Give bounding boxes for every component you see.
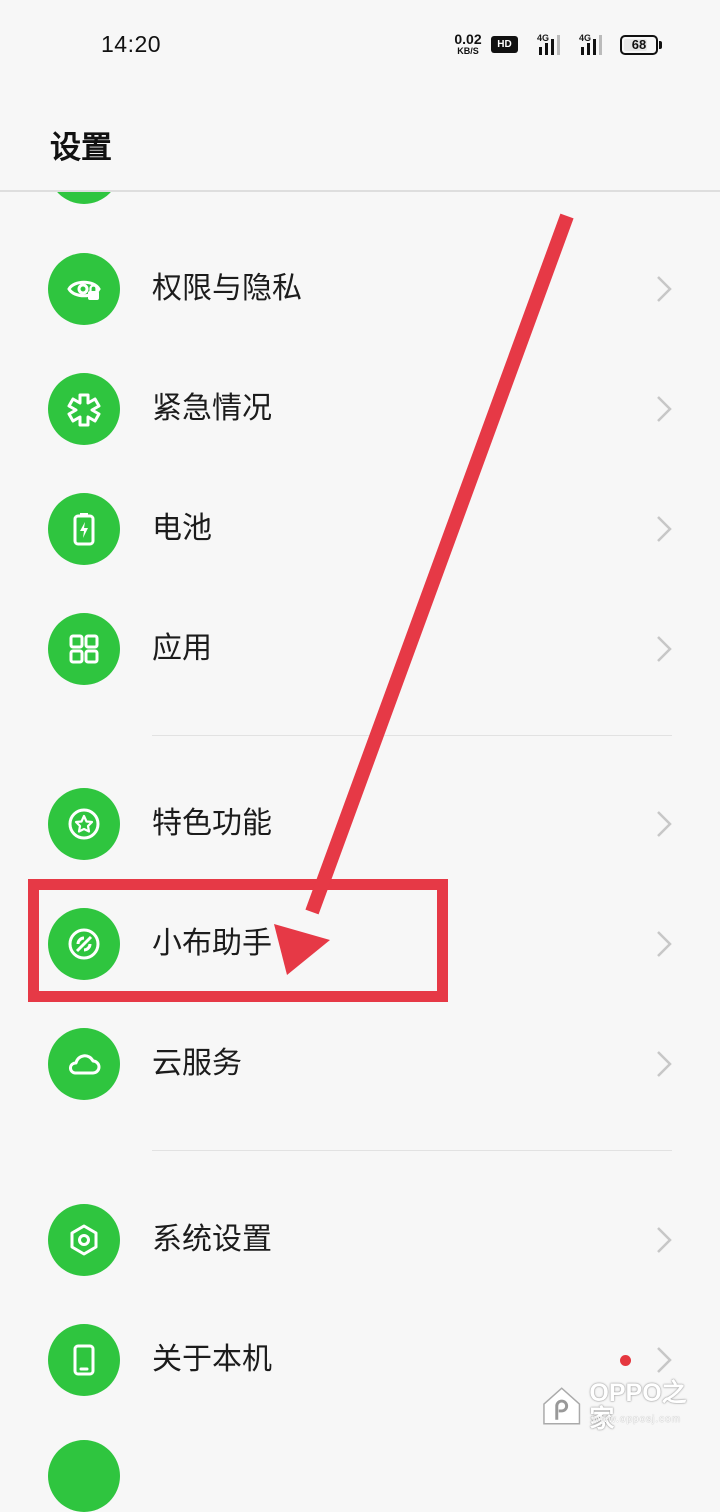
chevron-right-icon — [657, 811, 672, 837]
watermark: OPPO之家 www.opposj.com — [540, 1380, 710, 1432]
group-divider — [152, 1150, 672, 1151]
chevron-right-icon — [657, 636, 672, 662]
chevron-right-icon — [657, 931, 672, 957]
status-bar: 14:20 0.02 KB/S HD 4G 4G 68 — [0, 0, 720, 90]
battery-icon — [48, 493, 120, 565]
settings-item-label: 权限与隐私 — [152, 271, 302, 306]
battery-level: 68 — [631, 37, 647, 52]
apps-grid-icon — [48, 613, 120, 685]
settings-item-cloud-service[interactable]: 云服务 — [0, 1014, 720, 1114]
cloud-icon — [48, 1028, 120, 1100]
network-speed: 0.02 KB/S — [448, 32, 488, 57]
settings-item-special-features[interactable]: 特色功能 — [0, 774, 720, 874]
phone-icon — [48, 1324, 120, 1396]
settings-item-battery[interactable]: 电池 — [0, 479, 720, 579]
settings-item-emergency[interactable]: 紧急情况 — [0, 359, 720, 459]
hexagon-settings-icon — [48, 1204, 120, 1276]
network-speed-unit: KB/S — [457, 46, 479, 56]
page-title: 设置 — [50, 130, 112, 166]
chevron-right-icon — [657, 396, 672, 422]
house-logo-icon — [543, 1387, 581, 1425]
settings-item-label: 应用 — [152, 631, 212, 666]
sim1-network-label: 4G — [537, 33, 550, 43]
sim2-network-label: 4G — [579, 33, 592, 43]
chevron-right-icon — [657, 276, 672, 302]
special-features-star-icon — [48, 788, 120, 860]
highlight-annotation-box — [28, 879, 448, 1002]
settings-item-apps[interactable]: 应用 — [0, 599, 720, 699]
header-divider — [0, 190, 720, 192]
settings-item-label: 关于本机 — [152, 1342, 272, 1377]
network-speed-value: 0.02 — [454, 31, 482, 47]
chevron-right-icon — [657, 516, 672, 542]
sim1-signal-icon: 4G — [537, 33, 565, 55]
partial-settings-item-icon — [48, 1440, 120, 1512]
battery-indicator-icon: 68 — [620, 35, 658, 55]
battery-tip — [659, 41, 662, 49]
settings-item-label: 电池 — [152, 511, 212, 546]
privacy-eye-lock-icon — [48, 253, 120, 325]
settings-item-privacy[interactable]: 权限与隐私 — [0, 239, 720, 339]
settings-item-label: 云服务 — [152, 1046, 242, 1081]
settings-item-label: 系统设置 — [152, 1222, 272, 1257]
chevron-right-icon — [657, 1227, 672, 1253]
chevron-right-icon — [657, 1347, 672, 1373]
chevron-right-icon — [657, 1051, 672, 1077]
status-time: 14:20 — [101, 31, 162, 57]
update-badge-dot — [620, 1355, 631, 1366]
settings-item-system-settings[interactable]: 系统设置 — [0, 1190, 720, 1290]
hd-voice-badge: HD — [491, 36, 518, 53]
settings-item-label: 紧急情况 — [152, 391, 272, 426]
sim2-signal-icon: 4G — [579, 33, 607, 55]
emergency-asterisk-icon — [48, 373, 120, 445]
watermark-url: www.opposj.com — [592, 1414, 682, 1425]
settings-item-label: 特色功能 — [152, 806, 272, 841]
group-divider — [152, 735, 672, 736]
